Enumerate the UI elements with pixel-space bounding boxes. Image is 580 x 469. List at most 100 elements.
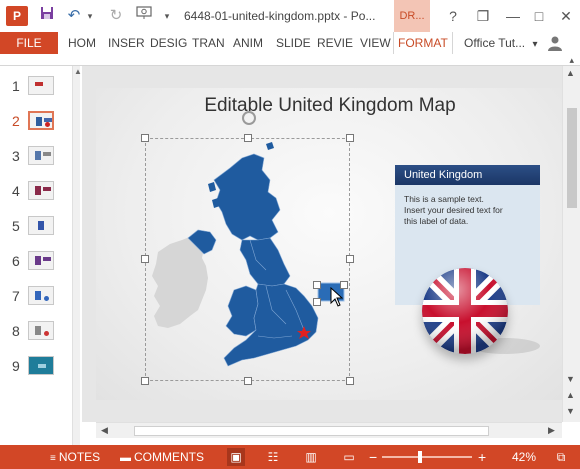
slide-preview bbox=[28, 181, 54, 200]
undo-dropdown-icon[interactable]: ▾ bbox=[84, 5, 96, 27]
tab-insert[interactable]: INSER bbox=[108, 32, 145, 54]
reading-view-icon[interactable]: ▥ bbox=[302, 448, 320, 466]
user-avatar-icon[interactable] bbox=[546, 35, 564, 51]
minimize-button[interactable]: — bbox=[500, 4, 526, 28]
slide-thumbnail-9[interactable]: 9 bbox=[0, 354, 80, 382]
island-shape bbox=[266, 142, 274, 150]
canvas-horizontal-scrollbar[interactable]: ◀ ▶ bbox=[96, 422, 562, 438]
zoom-out-button[interactable]: − bbox=[369, 445, 377, 469]
slide-title[interactable]: Editable United Kingdom Map bbox=[90, 95, 570, 117]
zoom-in-button[interactable]: + bbox=[478, 445, 486, 469]
redo-icon[interactable]: ↻ bbox=[106, 5, 126, 27]
slide-thumbnail-5[interactable]: 5 bbox=[0, 214, 80, 242]
ribbon-body-collapsed: ▴ bbox=[0, 54, 580, 66]
slide-thumbnail-2[interactable]: 2 bbox=[0, 109, 80, 137]
account-label: Office Tut... bbox=[464, 36, 526, 50]
ribbon-display-options-icon[interactable]: ❐ bbox=[470, 4, 496, 28]
mouse-pointer-icon bbox=[330, 287, 344, 307]
zoom-slider[interactable] bbox=[382, 451, 472, 463]
slide-thumbnail-4[interactable]: 4 bbox=[0, 179, 80, 207]
comments-button[interactable]: ▬ COMMENTS bbox=[120, 445, 204, 469]
document-title: 6448-01-united-kingdom.pptx - Po... bbox=[184, 9, 376, 23]
tab-review[interactable]: REVIE bbox=[317, 32, 353, 54]
slide-preview bbox=[28, 321, 54, 340]
slide-number: 4 bbox=[12, 183, 20, 199]
drawing-tools-context-tab[interactable]: DR... bbox=[394, 0, 430, 32]
notes-icon: ≡ bbox=[50, 453, 56, 464]
united-kingdom-map[interactable] bbox=[146, 140, 350, 382]
fit-slide-to-window-icon[interactable]: ⧉ bbox=[552, 448, 570, 466]
notes-button[interactable]: ≡ NOTES bbox=[50, 445, 100, 469]
comments-icon: ▬ bbox=[120, 452, 131, 464]
slide-preview bbox=[28, 111, 54, 130]
slide-number: 1 bbox=[12, 78, 20, 94]
zoom-level[interactable]: 42% bbox=[512, 445, 536, 469]
save-icon[interactable] bbox=[38, 5, 56, 27]
ribbon-tab-bar: FILE HOM INSER DESIG TRAN ANIM SLIDE REV… bbox=[0, 32, 580, 54]
tab-transitions[interactable]: TRAN bbox=[192, 32, 225, 54]
collapse-ribbon-icon[interactable]: ▴ bbox=[569, 55, 574, 66]
resize-handle[interactable] bbox=[313, 281, 321, 289]
zoom-slider-knob[interactable] bbox=[417, 451, 422, 463]
account-name[interactable]: Office Tut... ▾ bbox=[464, 32, 538, 54]
slide-preview bbox=[28, 286, 54, 305]
undo-icon[interactable]: ↶ bbox=[64, 5, 84, 27]
canvas-vertical-scrollbar[interactable]: ▲ ▼ ▲ ▼ bbox=[562, 66, 580, 422]
slide-sorter-view-icon[interactable]: ☷ bbox=[264, 448, 282, 466]
close-button[interactable]: ✕ bbox=[553, 4, 579, 28]
slide-preview bbox=[28, 216, 54, 235]
tab-file[interactable]: FILE bbox=[0, 32, 58, 54]
maximize-button[interactable]: □ bbox=[526, 4, 552, 28]
slide-thumbnail-8[interactable]: 8 bbox=[0, 319, 80, 347]
slide-number: 6 bbox=[12, 253, 20, 269]
horizontal-scroll-thumb[interactable] bbox=[134, 426, 489, 436]
slide-number: 8 bbox=[12, 323, 20, 339]
previous-slide-icon[interactable]: ▲ bbox=[566, 390, 575, 400]
tab-animations[interactable]: ANIM bbox=[233, 32, 263, 54]
tab-view[interactable]: VIEW bbox=[360, 32, 391, 54]
scroll-down-icon[interactable]: ▼ bbox=[566, 374, 575, 384]
slide-thumbnail-6[interactable]: 6 bbox=[0, 249, 80, 277]
slide-number: 7 bbox=[12, 288, 20, 304]
resize-handle[interactable] bbox=[313, 298, 321, 306]
slide-thumbnail-3[interactable]: 3 bbox=[0, 144, 80, 172]
data-label-text: This is a sample text. Insert your desir… bbox=[404, 194, 503, 226]
scroll-left-icon[interactable]: ◀ bbox=[101, 425, 108, 436]
slide-number: 5 bbox=[12, 218, 20, 234]
comments-label: COMMENTS bbox=[134, 450, 204, 464]
tab-home[interactable]: HOM bbox=[68, 32, 96, 54]
thumbnail-scrollbar[interactable]: ▲ bbox=[72, 66, 82, 445]
scroll-right-icon[interactable]: ▶ bbox=[548, 425, 555, 436]
northern-england-region[interactable] bbox=[239, 237, 291, 287]
tab-slide-show[interactable]: SLIDE bbox=[276, 32, 311, 54]
status-bar: ≡ NOTES ▬ COMMENTS ▣ ☷ ▥ ▭ − + 42% ⧉ bbox=[0, 445, 580, 469]
help-button[interactable]: ? bbox=[440, 4, 466, 28]
vertical-scroll-thumb[interactable] bbox=[567, 108, 577, 208]
next-slide-icon[interactable]: ▼ bbox=[566, 406, 575, 416]
customize-quick-access-icon[interactable]: ▾ bbox=[160, 5, 174, 27]
slide-preview bbox=[28, 356, 54, 375]
scroll-up-icon[interactable]: ▲ bbox=[74, 67, 82, 76]
normal-view-icon[interactable]: ▣ bbox=[227, 448, 245, 466]
slide-number: 9 bbox=[12, 358, 20, 374]
slide-preview bbox=[28, 146, 54, 165]
slide-show-view-icon[interactable]: ▭ bbox=[340, 448, 358, 466]
slide-preview bbox=[28, 76, 54, 95]
tab-format[interactable]: FORMAT bbox=[393, 32, 453, 54]
account-caret-icon: ▾ bbox=[532, 39, 538, 50]
scotland-region[interactable] bbox=[213, 153, 281, 241]
powerpoint-logo: P bbox=[6, 6, 28, 26]
tab-design[interactable]: DESIG bbox=[150, 32, 187, 54]
slide-thumbnail-pane: 1 2 3 4 5 6 7 8 9 ▲ bbox=[0, 66, 82, 445]
slide-thumbnail-7[interactable]: 7 bbox=[0, 284, 80, 312]
rotate-handle[interactable] bbox=[242, 111, 256, 125]
slide-number: 2 bbox=[12, 113, 20, 129]
slide-thumbnail-1[interactable]: 1 bbox=[0, 74, 80, 102]
start-from-beginning-icon[interactable] bbox=[134, 5, 154, 27]
scroll-up-icon[interactable]: ▲ bbox=[566, 68, 575, 78]
wales-region[interactable] bbox=[225, 285, 259, 337]
notes-label: NOTES bbox=[58, 450, 101, 464]
title-bar: P ↶ ▾ ↻ ▾ 6448-01-united-kingdom.pptx - … bbox=[0, 0, 580, 32]
union-jack-flag-icon[interactable] bbox=[422, 268, 508, 354]
data-label-title: United Kingdom bbox=[395, 165, 540, 185]
